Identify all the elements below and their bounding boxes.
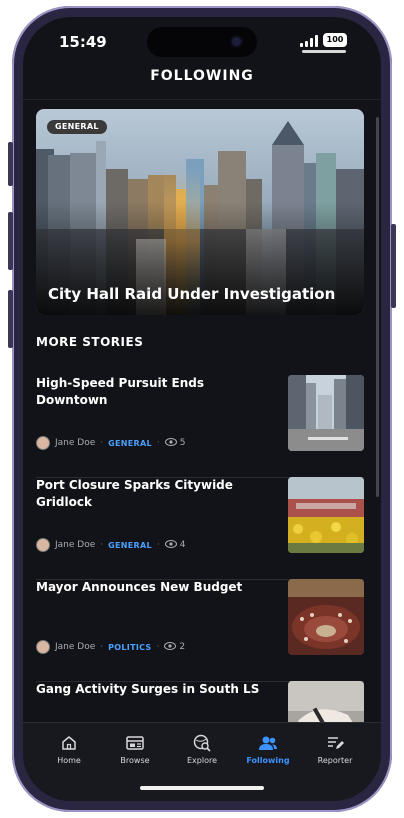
power-button <box>391 224 396 308</box>
story-title: Mayor Announces New Budget <box>36 580 243 594</box>
category-label[interactable]: GENERAL <box>108 541 152 550</box>
volume-down-button <box>8 290 13 348</box>
more-stories-heading: MORE STORIES <box>36 335 144 349</box>
following-icon <box>233 733 303 753</box>
browse-icon <box>100 733 170 753</box>
battery-icon: 100 <box>323 33 347 47</box>
eye-icon <box>164 641 177 653</box>
story-title: Port Closure Sparks Citywide Gridlock <box>36 478 233 509</box>
hero-story-card[interactable]: GENERAL City Hall Raid Under Investigati… <box>36 109 364 315</box>
tab-explore[interactable]: Explore <box>167 733 237 765</box>
view-count: 4 <box>179 540 186 550</box>
status-time: 15:49 <box>59 33 107 51</box>
hero-story-title: City Hall Raid Under Investigation <box>48 285 336 303</box>
tab-browse[interactable]: Browse <box>100 733 170 765</box>
tab-home[interactable]: Home <box>34 733 104 765</box>
signal-icon <box>300 35 318 47</box>
story-item[interactable]: Port Closure Sparks Citywide Gridlock Ja… <box>36 477 364 580</box>
story-meta: Jane Doe · GENERAL · 4 <box>36 538 185 552</box>
explore-icon <box>167 733 237 753</box>
mute-switch <box>8 142 13 186</box>
author-avatar <box>36 436 50 450</box>
page-header: FOLLOWING <box>23 65 381 100</box>
tab-reporter[interactable]: Reporter <box>300 733 370 765</box>
tab-label: Explore <box>186 756 218 765</box>
tab-label: Browse <box>120 756 150 765</box>
story-item[interactable]: High-Speed Pursuit Ends Downtown Jane Do… <box>36 375 364 478</box>
story-thumbnail <box>288 579 364 655</box>
story-thumbnail <box>288 477 364 553</box>
author-avatar <box>36 538 50 552</box>
category-label[interactable]: GENERAL <box>108 439 152 448</box>
page-title: FOLLOWING <box>150 68 254 84</box>
story-title: High-Speed Pursuit Ends Downtown <box>36 376 204 407</box>
category-label[interactable]: POLITICS <box>108 643 151 652</box>
eye-icon <box>164 437 177 449</box>
app-screen: 15:49 100 FOLLOWING GENERAL City Hall Ra… <box>23 17 381 801</box>
story-meta: Jane Doe · GENERAL · 5 <box>36 436 185 450</box>
tab-label: Home <box>57 756 81 765</box>
author-name: Jane Doe <box>55 540 96 550</box>
author-avatar <box>36 640 50 654</box>
view-count: 5 <box>179 438 186 448</box>
status-indicator <box>302 50 346 53</box>
story-item[interactable]: Mayor Announces New Budget Jane Doe · PO… <box>36 579 364 682</box>
story-meta: Jane Doe · POLITICS · 2 <box>36 640 185 654</box>
dynamic-island <box>147 27 257 57</box>
tab-label: Following <box>246 756 290 765</box>
view-count: 2 <box>179 642 186 652</box>
home-indicator[interactable] <box>140 786 264 790</box>
tab-label: Reporter <box>317 756 353 765</box>
author-name: Jane Doe <box>55 438 96 448</box>
tab-following[interactable]: Following <box>233 733 303 765</box>
status-bar: 15:49 100 <box>23 17 381 65</box>
story-thumbnail <box>288 375 364 451</box>
eye-icon <box>164 539 177 551</box>
reporter-icon <box>300 733 370 753</box>
volume-up-button <box>8 212 13 270</box>
home-icon <box>34 733 104 753</box>
hero-category-badge: GENERAL <box>47 120 107 134</box>
bottom-tab-bar: Home Browse Explore Following Reporter <box>23 722 381 801</box>
story-title: Gang Activity Surges in South LS <box>36 682 260 696</box>
scrollbar[interactable] <box>376 117 379 497</box>
camera-icon <box>232 37 241 46</box>
author-name: Jane Doe <box>55 642 96 652</box>
